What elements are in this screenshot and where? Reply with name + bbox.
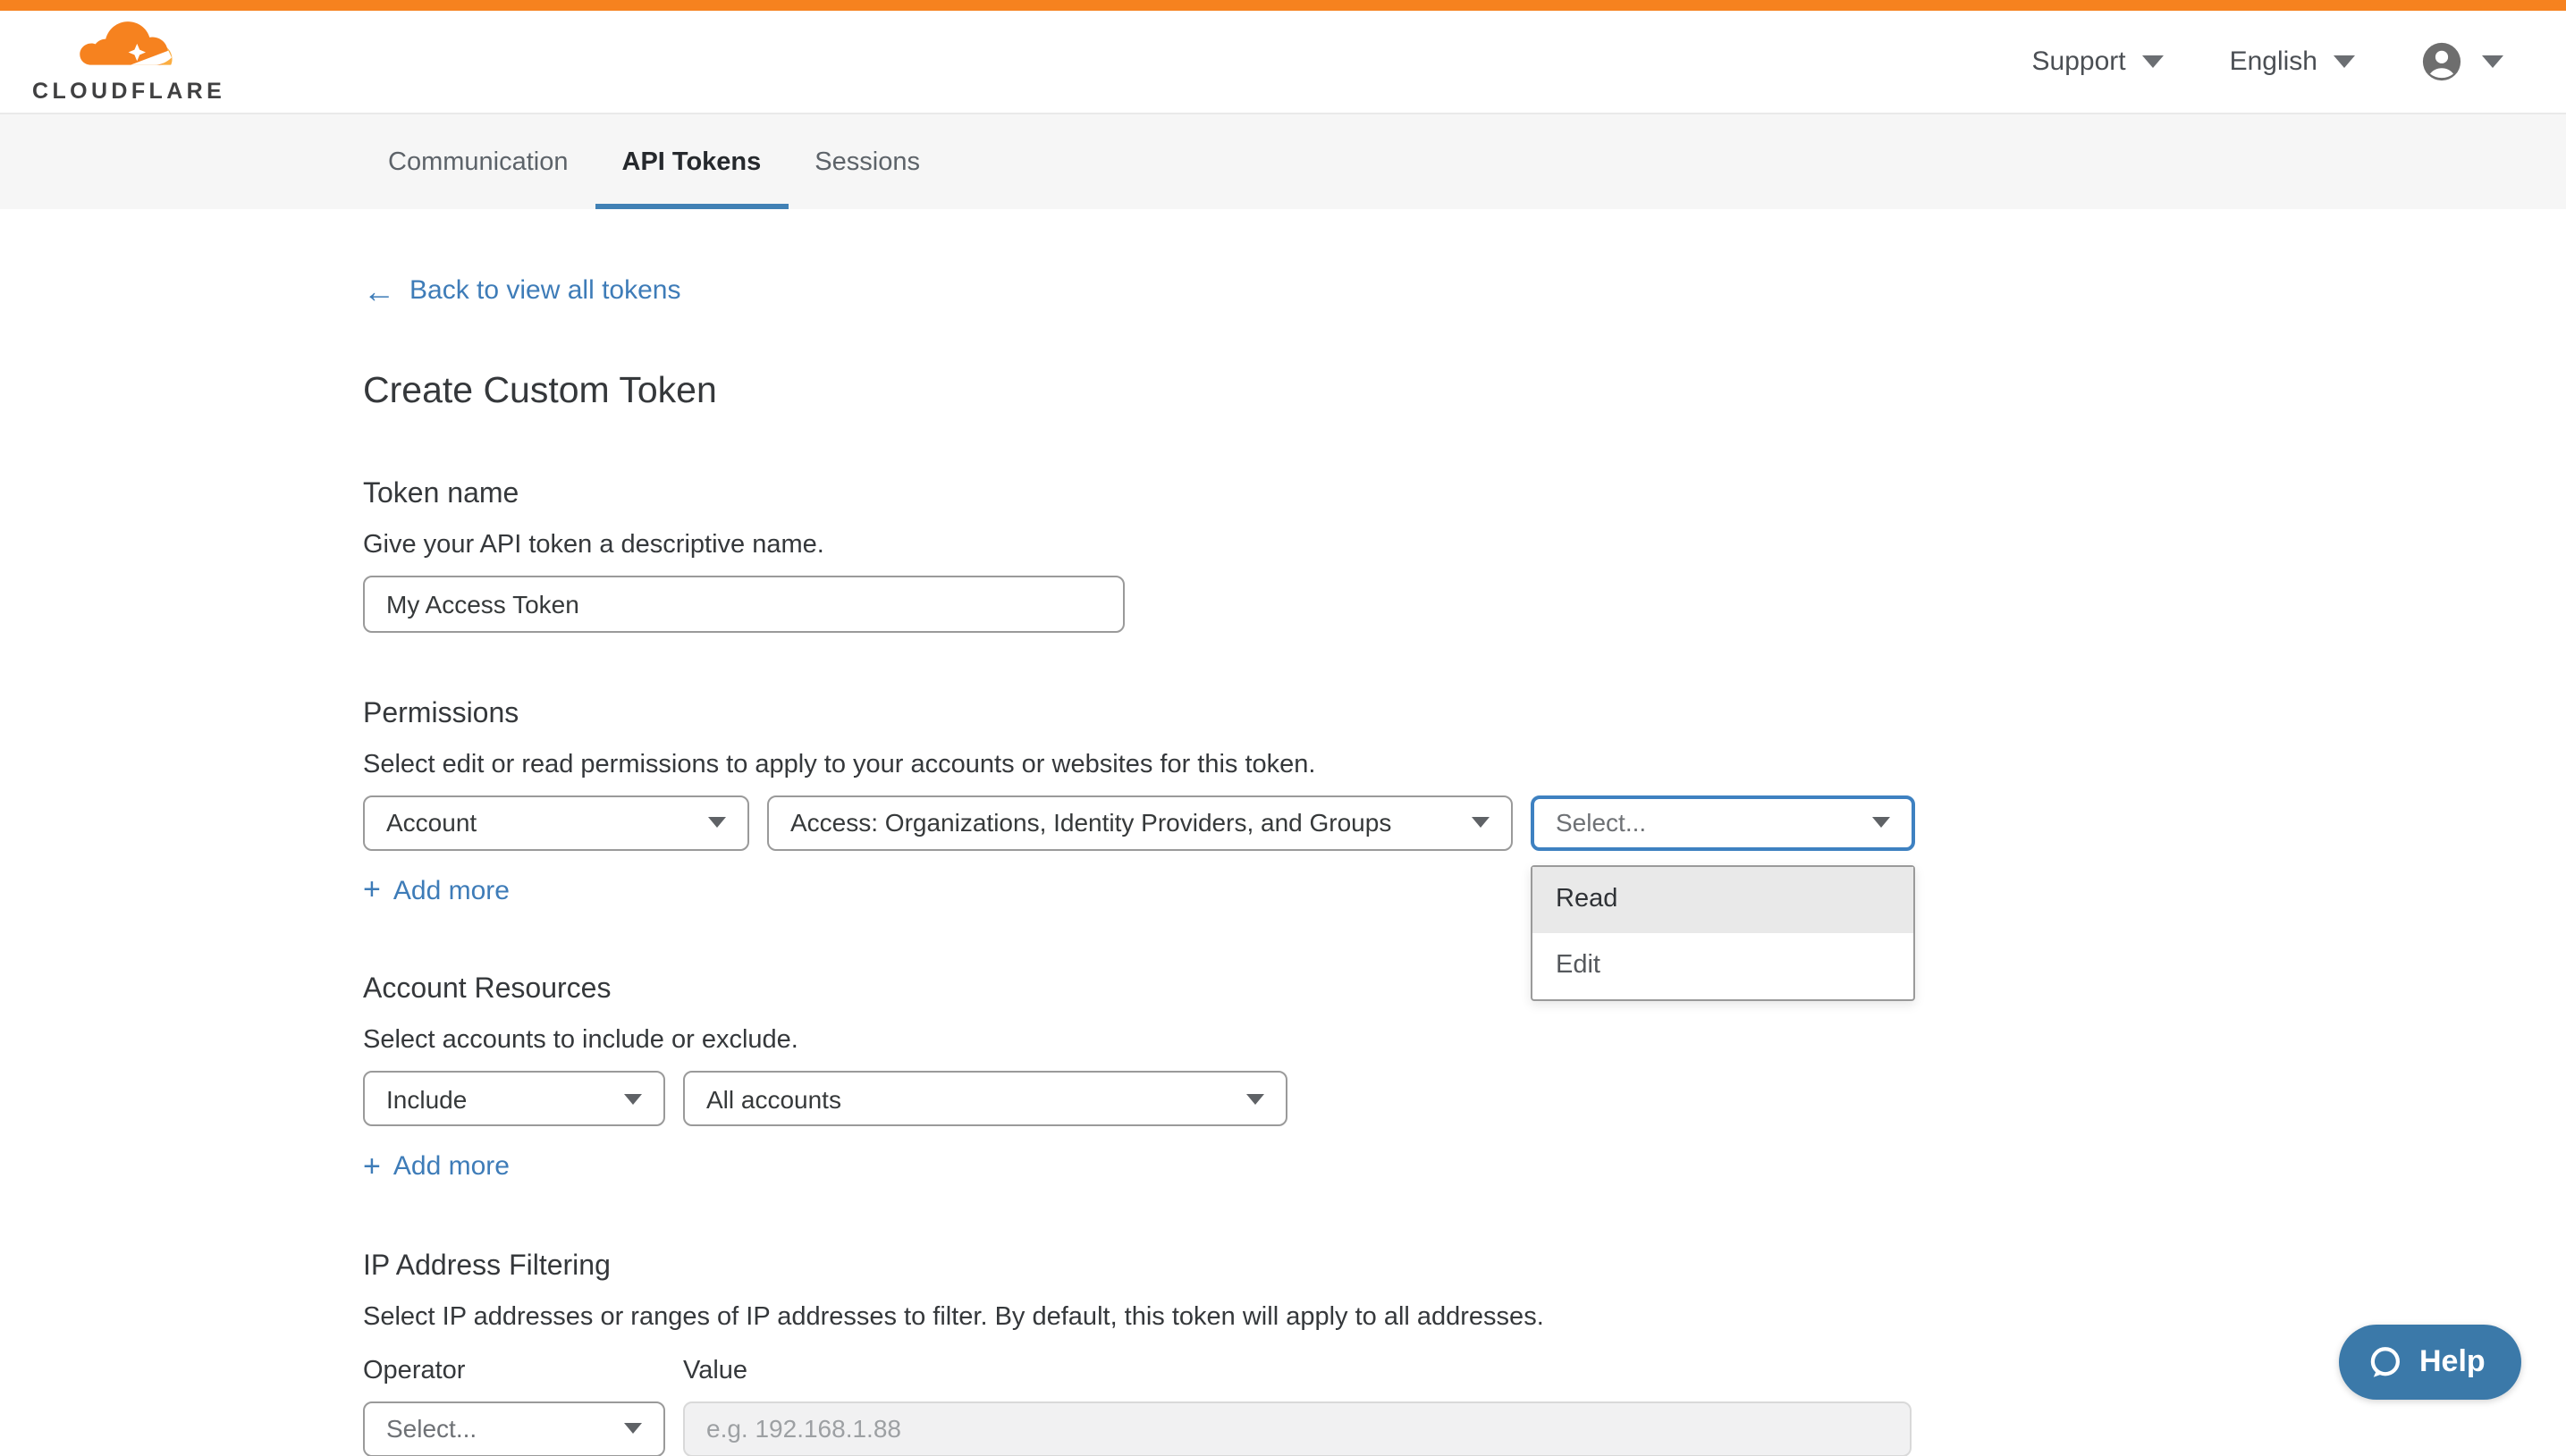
chevron-down-icon: [1872, 817, 1890, 828]
permission-group-value: Access: Organizations, Identity Provider…: [790, 808, 1391, 837]
ip-filtering-labels: Operator Value: [363, 1356, 2566, 1384]
profile-tabs: Communication API Tokens Sessions: [0, 113, 2566, 209]
help-button[interactable]: Help: [2339, 1325, 2521, 1400]
chevron-down-icon: [2142, 55, 2164, 68]
tab-label: API Tokens: [622, 147, 762, 176]
cloudflare-logo-icon: [79, 20, 179, 77]
header: CLOUDFLARE Support English: [0, 11, 2566, 113]
ip-filtering-heading: IP Address Filtering: [363, 1250, 2566, 1283]
language-menu-label: English: [2230, 46, 2317, 77]
permissions-row: Account Access: Organizations, Identity …: [363, 795, 2566, 850]
value-label: Value: [683, 1356, 747, 1384]
ip-value-input[interactable]: [683, 1401, 1912, 1456]
resource-target-select[interactable]: All accounts: [683, 1071, 1287, 1126]
resource-target-value: All accounts: [706, 1084, 841, 1113]
tab-label: Communication: [388, 147, 569, 176]
permission-scope-select[interactable]: Account: [363, 795, 749, 850]
back-to-tokens-link[interactable]: ← Back to view all tokens: [363, 275, 681, 306]
ip-filtering-row: Select...: [363, 1401, 2566, 1456]
add-more-label: Add more: [393, 875, 510, 905]
support-menu-label: Support: [2032, 46, 2126, 77]
ip-operator-placeholder: Select...: [386, 1414, 477, 1443]
user-avatar-icon: [2421, 41, 2462, 82]
cloudflare-wordmark: CLOUDFLARE: [32, 79, 225, 104]
page: CLOUDFLARE Support English: [0, 0, 2566, 1425]
permission-access-menu: Read Edit: [1531, 864, 1915, 1000]
permission-access-placeholder: Select...: [1556, 808, 1646, 837]
cloudflare-logo[interactable]: CLOUDFLARE: [32, 20, 225, 104]
back-arrow-icon: ←: [363, 278, 395, 303]
token-name-row: [363, 575, 2566, 632]
permissions-heading: Permissions: [363, 698, 2566, 730]
permission-group-select[interactable]: Access: Organizations, Identity Provider…: [767, 795, 1513, 850]
add-icon: +: [363, 1154, 381, 1179]
language-menu[interactable]: English: [2230, 46, 2355, 77]
permission-scope-value: Account: [386, 808, 477, 837]
account-resources-add-more-link[interactable]: + Add more: [363, 1151, 510, 1182]
account-resources-heading: Account Resources: [363, 974, 2566, 1006]
token-name-heading: Token name: [363, 478, 2566, 510]
account-resources-description: Select accounts to include or exclude.: [363, 1026, 2566, 1055]
permission-access-dropdown: Select... Read Edit: [1531, 795, 1915, 850]
tab-communication[interactable]: Communication: [361, 114, 595, 209]
ip-operator-select[interactable]: Select...: [363, 1401, 665, 1456]
chevron-down-icon: [1246, 1093, 1264, 1104]
account-resources-row: Include All accounts: [363, 1071, 2566, 1126]
tab-sessions[interactable]: Sessions: [788, 114, 947, 209]
brand-top-bar: [0, 0, 2566, 11]
chevron-down-icon: [624, 1093, 642, 1104]
permissions-add-more-link[interactable]: + Add more: [363, 875, 510, 905]
add-icon: +: [363, 878, 381, 903]
tab-api-tokens[interactable]: API Tokens: [595, 114, 789, 209]
page-title: Create Custom Token: [363, 369, 2566, 412]
main-content: ← Back to view all tokens Create Custom …: [0, 209, 2566, 1456]
add-more-label: Add more: [393, 1151, 510, 1182]
account-menu[interactable]: [2421, 41, 2503, 82]
resource-mode-value: Include: [386, 1084, 467, 1113]
resource-mode-select[interactable]: Include: [363, 1071, 665, 1126]
token-name-description: Give your API token a descriptive name.: [363, 530, 2566, 559]
menu-option-read[interactable]: Read: [1532, 866, 1913, 932]
permissions-description: Select edit or read permissions to apply…: [363, 750, 2566, 778]
support-menu[interactable]: Support: [2032, 46, 2164, 77]
tab-label: Sessions: [815, 147, 920, 176]
back-link-label: Back to view all tokens: [409, 275, 681, 306]
help-button-label: Help: [2419, 1344, 2486, 1380]
operator-label: Operator: [363, 1356, 683, 1384]
permission-access-select[interactable]: Select...: [1531, 795, 1915, 850]
ip-filtering-description: Select IP addresses or ranges of IP addr…: [363, 1302, 2566, 1331]
help-chat-icon: [2366, 1343, 2403, 1381]
chevron-down-icon: [1472, 817, 1490, 828]
chevron-down-icon: [2482, 55, 2503, 68]
token-name-input[interactable]: [363, 575, 1125, 632]
chevron-down-icon: [708, 817, 726, 828]
menu-option-edit[interactable]: Edit: [1532, 932, 1913, 998]
chevron-down-icon: [2334, 55, 2355, 68]
header-nav: Support English: [2032, 41, 2504, 82]
